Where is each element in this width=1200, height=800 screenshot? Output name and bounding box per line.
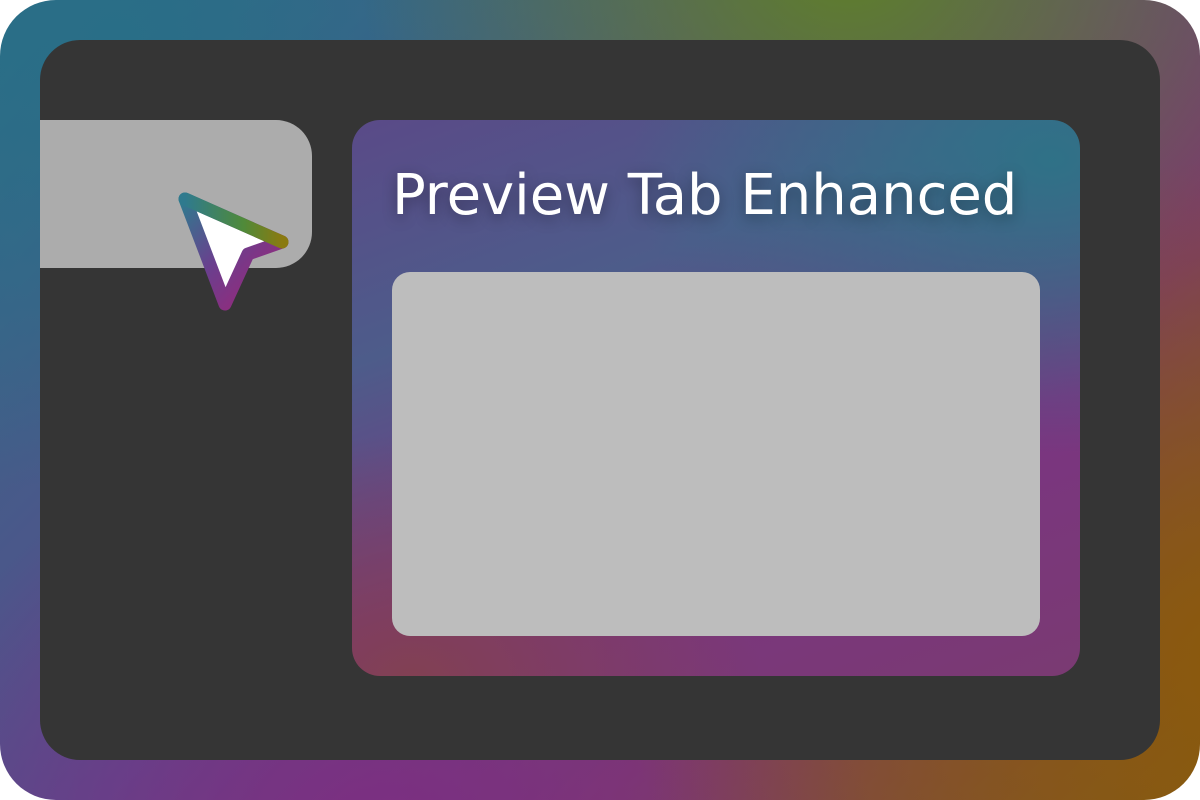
gradient-frame: Preview Tab Enhanced <box>0 0 1200 800</box>
preview-area[interactable] <box>392 272 1040 636</box>
preview-panel: Preview Tab Enhanced <box>352 120 1080 676</box>
pointer-cursor-icon <box>178 192 289 311</box>
preview-panel-title: Preview Tab Enhanced <box>392 163 1018 228</box>
app-window: Preview Tab Enhanced <box>40 40 1160 760</box>
